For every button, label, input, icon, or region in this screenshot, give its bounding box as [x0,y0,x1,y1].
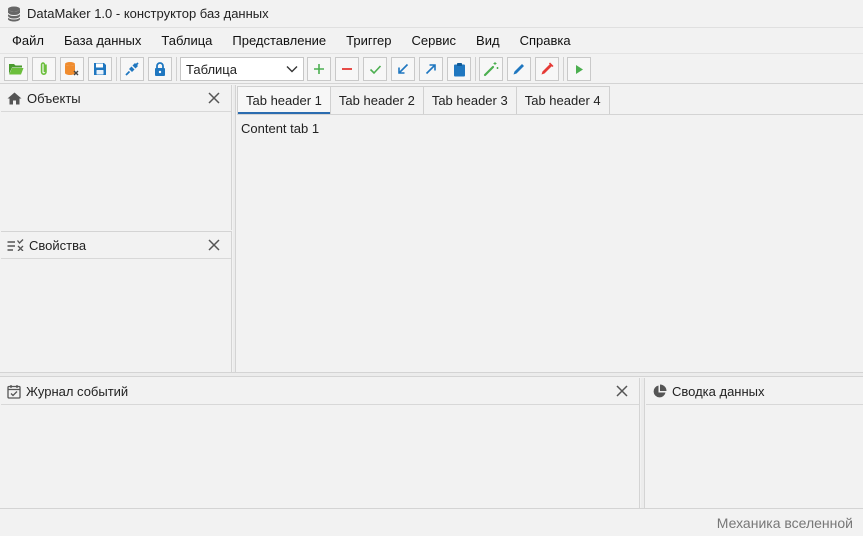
tab-header-1[interactable]: Tab header 1 [237,86,331,114]
minus-icon [342,68,352,70]
remove-button[interactable] [335,57,359,81]
lock-icon [155,61,165,76]
tab-header-3[interactable]: Tab header 3 [422,86,517,114]
toolbar-separator [563,57,564,81]
menu-table[interactable]: Таблица [151,28,222,54]
menu-help[interactable]: Справка [510,28,581,54]
chevron-down-icon [286,66,298,73]
tab-header-2[interactable]: Tab header 2 [329,86,424,114]
attach-button[interactable] [32,57,56,81]
menu-service[interactable]: Сервис [402,28,467,54]
menu-database[interactable]: База данных [54,28,151,54]
event-log-panel-header: Журнал событий [1,378,639,405]
bottom-vertical-splitter[interactable] [641,378,645,508]
import-button[interactable] [391,57,415,81]
edit-button[interactable] [507,57,531,81]
connect-button[interactable] [120,57,144,81]
calendar-check-icon [7,384,21,399]
toolbar: Таблица [0,55,863,84]
paperclip-icon [40,62,47,75]
menu-bar: Файл База данных Таблица Представление Т… [0,28,863,54]
properties-list-icon [7,239,24,251]
toolbar-separator [116,57,117,81]
arrow-up-right-icon [425,64,436,75]
tab-content-area: Content tab 1 [237,114,863,372]
window-title: DataMaker 1.0 - конструктор баз данных [27,6,269,21]
lock-button[interactable] [148,57,172,81]
run-button[interactable] [567,57,591,81]
plug-connect-icon [125,62,139,76]
edit-red-button[interactable] [535,57,559,81]
home-icon [7,92,22,104]
document-tabs: Tab header 1 Tab header 2 Tab header 3 T… [237,85,610,114]
menu-view-representation[interactable]: Представление [222,28,336,54]
arrow-down-left-icon [398,63,409,74]
vertical-splitter[interactable] [233,85,236,372]
objects-panel: Объекты [1,85,232,230]
menu-view[interactable]: Вид [466,28,510,54]
properties-panel-header: Свойства [1,232,231,259]
check-icon [369,64,381,74]
event-log-panel: Журнал событий [1,378,640,508]
properties-panel-title: Свойства [29,237,87,253]
properties-panel: Свойства [1,231,232,372]
apply-button[interactable] [363,57,387,81]
tab-content-text: Content tab 1 [241,121,320,136]
objects-panel-header: Объекты [1,85,231,112]
magic-wand-button[interactable] [479,57,503,81]
pie-chart-icon [653,384,667,397]
object-type-select[interactable]: Таблица [180,57,304,81]
magic-wand-icon [483,62,499,77]
title-bar: DataMaker 1.0 - конструктор баз данных [0,0,863,28]
menu-file[interactable]: Файл [2,28,54,54]
delete-database-button[interactable] [60,57,84,81]
export-button[interactable] [419,57,443,81]
clipboard-icon [453,62,465,76]
plus-icon [314,64,324,74]
pencil-red-icon [541,62,554,75]
database-icon [7,6,21,21]
event-log-panel-title: Журнал событий [26,383,129,399]
pencil-icon [513,64,524,75]
database-remove-icon [65,62,79,76]
data-summary-panel-title: Сводка данных [672,383,765,399]
close-icon[interactable] [615,384,629,398]
floppy-disk-icon [94,63,106,75]
data-summary-panel: Сводка данных [646,378,863,508]
data-summary-panel-header: Сводка данных [646,378,863,405]
horizontal-splitter[interactable] [0,372,863,377]
close-icon[interactable] [207,238,221,252]
status-text: Механика вселенной [716,514,853,531]
objects-panel-title: Объекты [27,90,81,106]
paste-button[interactable] [447,57,471,81]
tab-header-4[interactable]: Tab header 4 [515,86,610,114]
toolbar-separator [475,57,476,81]
folder-open-icon [9,64,24,75]
save-button[interactable] [88,57,112,81]
status-bar: Механика вселенной [0,508,863,536]
open-button[interactable] [4,57,28,81]
close-icon[interactable] [207,91,221,105]
menu-trigger[interactable]: Триггер [336,28,401,54]
object-type-select-value: Таблица [186,61,237,77]
add-button[interactable] [307,57,331,81]
toolbar-separator [176,57,177,81]
play-icon [576,64,583,74]
